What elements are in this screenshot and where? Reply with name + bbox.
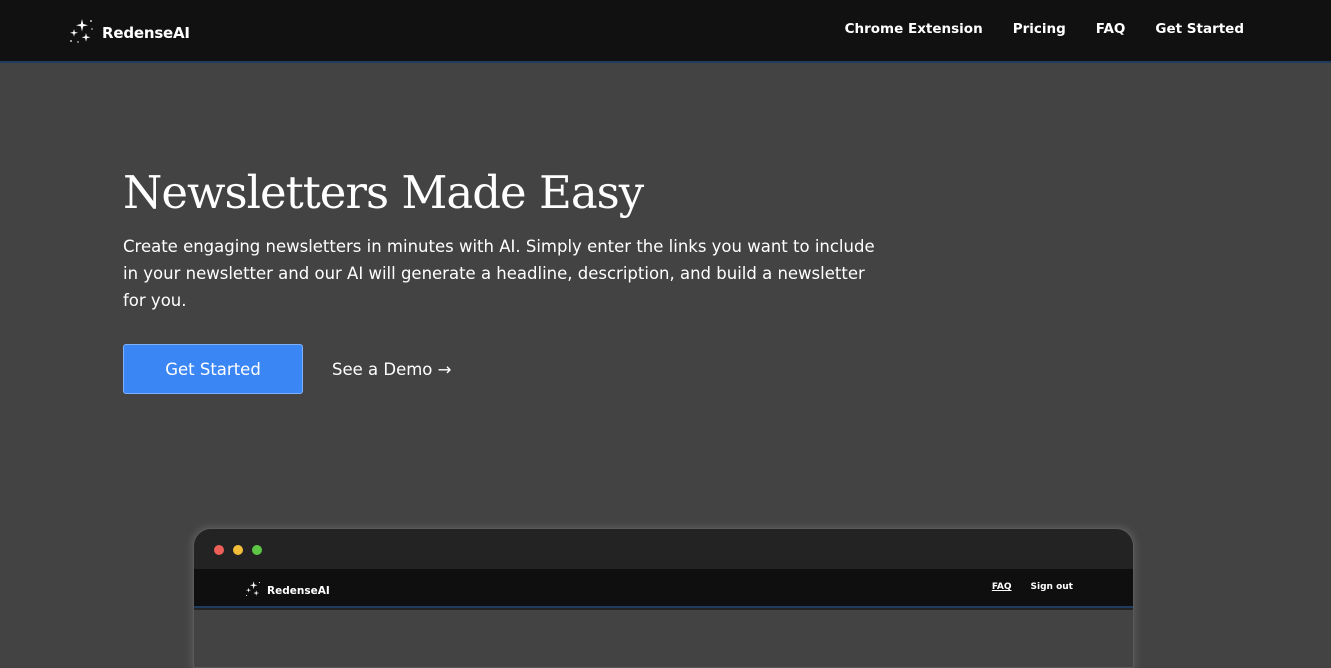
sparkles-icon	[67, 17, 95, 49]
demo-nav-sign-out[interactable]: Sign out	[1031, 582, 1073, 592]
window-close-dot	[214, 545, 224, 555]
demo-preview-window: RedenseAI FAQ Sign out	[193, 528, 1134, 668]
demo-navigation: RedenseAI FAQ Sign out	[194, 569, 1133, 608]
sparkles-icon	[244, 580, 262, 602]
nav-link-chrome-extension[interactable]: Chrome Extension	[845, 21, 983, 37]
hero-title: Newsletters Made Easy	[123, 166, 644, 219]
demo-nav-faq[interactable]: FAQ	[992, 582, 1012, 592]
window-maximize-dot	[252, 545, 262, 555]
brand-name: RedenseAI	[102, 24, 190, 42]
demo-brand-logo: RedenseAI	[244, 580, 330, 602]
nav-link-pricing[interactable]: Pricing	[1013, 21, 1066, 37]
nav-link-get-started[interactable]: Get Started	[1155, 21, 1244, 37]
nav-link-faq[interactable]: FAQ	[1096, 21, 1126, 37]
demo-brand-name: RedenseAI	[267, 585, 330, 597]
window-minimize-dot	[233, 545, 243, 555]
nav-links: Chrome Extension Pricing FAQ Get Started	[845, 21, 1244, 37]
demo-body	[194, 610, 1133, 667]
see-demo-link[interactable]: See a Demo →	[332, 356, 451, 382]
demo-nav-links: FAQ Sign out	[992, 582, 1073, 592]
brand-logo[interactable]: RedenseAI	[67, 18, 190, 48]
top-navigation: RedenseAI Chrome Extension Pricing FAQ G…	[0, 0, 1331, 63]
hero-description: Create engaging newsletters in minutes w…	[123, 237, 875, 310]
get-started-button[interactable]: Get Started	[123, 344, 303, 394]
